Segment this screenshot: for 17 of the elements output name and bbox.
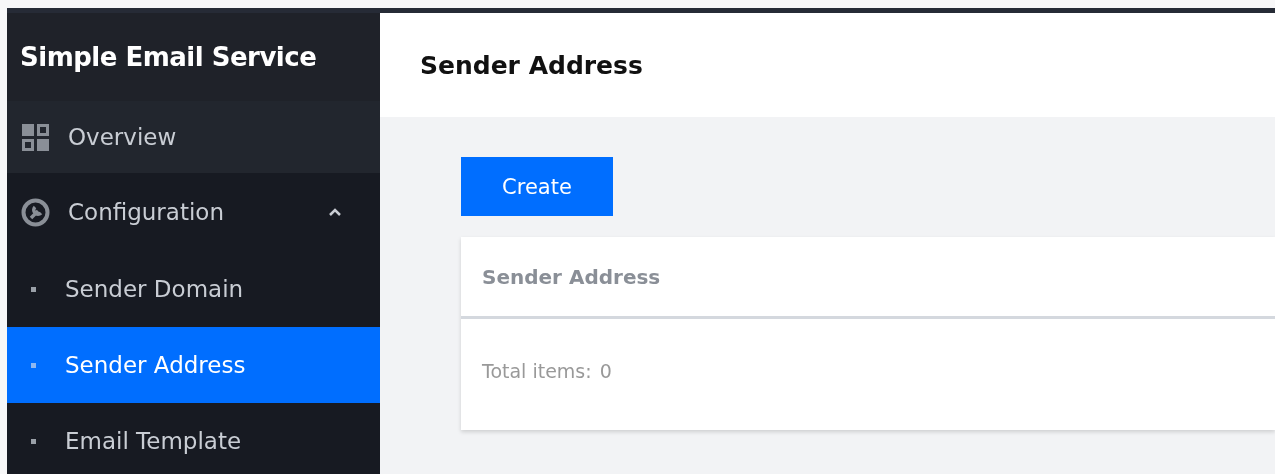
sidebar-subitem[interactable]: Sender Domain: [7, 251, 380, 327]
column-header: Sender Address: [482, 264, 661, 289]
bullet-icon: [31, 362, 36, 368]
bullet-icon: [31, 286, 36, 292]
app-title: Simple Email Service: [19, 41, 318, 74]
wrench-circle-icon: [20, 196, 51, 228]
sidebar-subitem[interactable]: Sender Address: [7, 327, 380, 403]
grid-icon: [20, 121, 51, 153]
sidebar-item[interactable]: Configuration: [7, 173, 380, 251]
total-count: 0: [599, 359, 612, 382]
chevron-up-icon[interactable]: [328, 207, 342, 217]
total-label: Total items:: [482, 359, 592, 382]
page-title: Sender Address: [420, 50, 643, 80]
create-button[interactable]: Create: [461, 157, 613, 216]
sidebar-item[interactable]: Overview: [7, 101, 380, 173]
sidebar-subitem[interactable]: Email Template: [7, 403, 380, 474]
bullet-icon: [31, 438, 36, 444]
